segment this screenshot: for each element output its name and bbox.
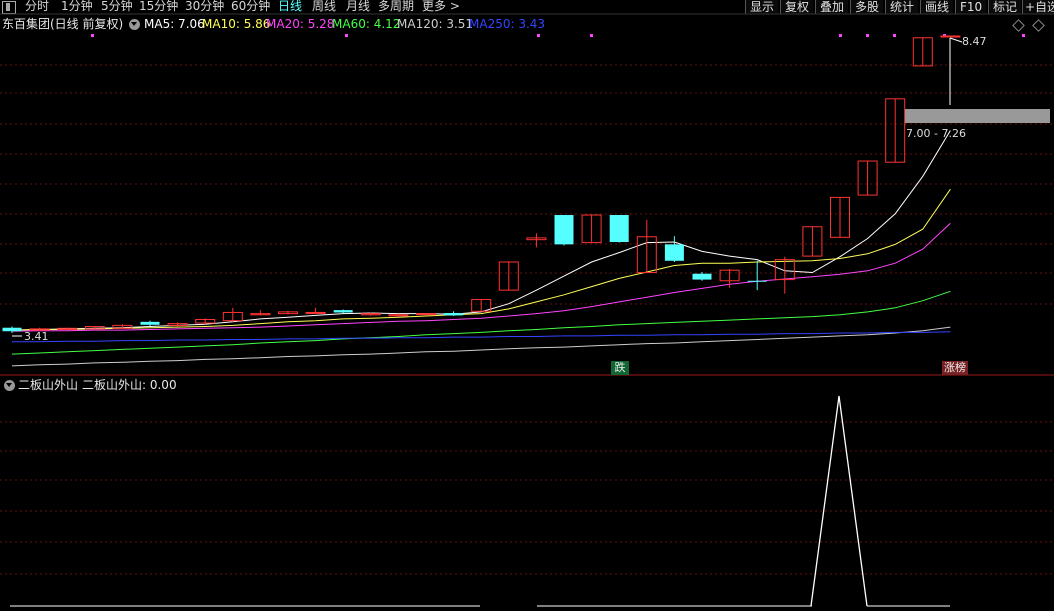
event-dot (345, 34, 348, 37)
event-dot (537, 34, 540, 37)
limit-up-marker: 涨榜 (942, 361, 968, 375)
event-dot (839, 34, 842, 37)
indicator-spike (810, 395, 868, 607)
event-dot (91, 34, 94, 37)
high-price-label: 8.47 (962, 35, 987, 48)
event-dot (866, 34, 869, 37)
candle-body (554, 215, 574, 245)
candle-body (140, 321, 160, 325)
ma-line-ma120 (11, 326, 951, 367)
candle-body (664, 244, 684, 261)
candle-body (416, 313, 436, 316)
down-marker: 跌 (611, 361, 629, 375)
candle-body (444, 313, 464, 316)
candle-body (333, 310, 353, 313)
event-dot (590, 34, 593, 37)
low-price-label: 3.41 (24, 330, 49, 343)
high-price-pointer-tip (949, 37, 963, 43)
event-dot (893, 34, 896, 37)
candle-body (2, 327, 22, 332)
candle-body (609, 215, 629, 243)
candle-body (305, 311, 326, 314)
kline-chart (0, 13, 1054, 607)
indicator-dropdown-icon[interactable] (4, 380, 15, 391)
range-label: 7.00 - 7.26 (906, 127, 966, 140)
price-range-box (905, 109, 1050, 123)
candle-body (692, 273, 712, 280)
candle-body (747, 280, 767, 282)
candle-body (388, 314, 409, 317)
event-dot (1022, 34, 1025, 37)
candle-body (940, 35, 961, 38)
ma-line-ma20 (11, 222, 951, 332)
indicator-name: 二板山外山 (18, 378, 79, 392)
indicator-value: 二板山外山: 0.00 (82, 378, 177, 392)
